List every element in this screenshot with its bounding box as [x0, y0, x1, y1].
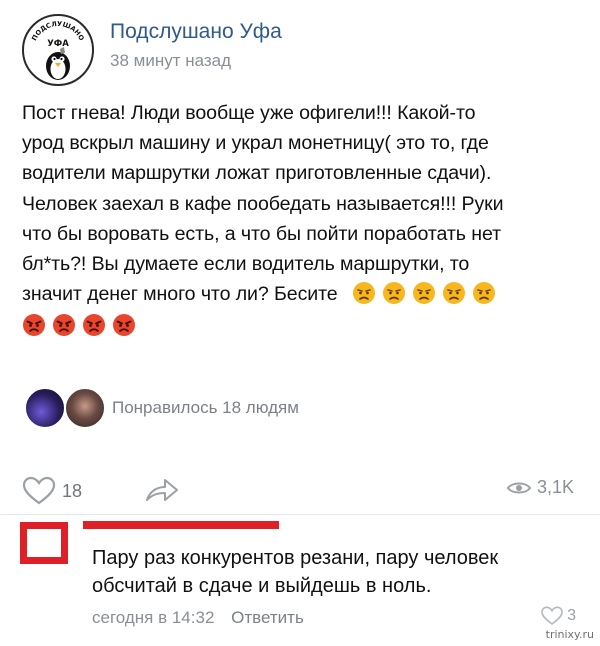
share-button[interactable]: [144, 476, 180, 504]
comment-meta: сегодня в 14:32 Ответить: [92, 608, 304, 628]
views-counter: 3,1K: [506, 477, 574, 498]
eye-icon: [506, 482, 531, 493]
svg-text:УФА: УФА: [47, 39, 69, 49]
post-text-line: значит денег много что ли? Бесите: [22, 279, 592, 309]
like-button[interactable]: 18: [22, 476, 82, 506]
angry-face-emoji: [22, 313, 46, 337]
post-text-line: урод вскрыл машину и украл монетницу( эт…: [22, 132, 489, 155]
post-text-line: бл*ть?! Вы думаете если водитель маршрут…: [22, 253, 470, 276]
like-count: 18: [62, 480, 83, 501]
annoyed-face-emoji: [472, 281, 496, 305]
annoyed-emoji-row: [352, 281, 502, 305]
comment-author-redacted: [83, 521, 279, 529]
angry-face-emoji: [112, 313, 136, 337]
liker-avatar[interactable]: [24, 387, 66, 429]
post-text-line: что бы воровать есть, а что бы пойти пор…: [22, 222, 501, 245]
annoyed-face-emoji: [412, 281, 436, 305]
post-text-line: водители маршрутки ложат приготовленные …: [22, 162, 492, 185]
post-text-line: Пост гнева! Люди вообще уже офигели!!! К…: [22, 102, 476, 124]
post-text: Пост гнева! Люди вообще уже офигели!!! К…: [22, 98, 592, 342]
angry-emoji-row: [22, 311, 592, 341]
comment-like-button[interactable]: 3: [540, 606, 576, 626]
comment-avatar-redacted[interactable]: [20, 522, 68, 564]
liked-by-text[interactable]: Понравилось 18 людям: [112, 398, 299, 418]
comment-text-line: обсчитай в сдаче и выйдешь в ноль.: [92, 575, 432, 597]
likers-avatars[interactable]: [24, 387, 114, 429]
comment-text: Пару раз конкурентов резани, пару челове…: [92, 544, 572, 600]
annoyed-face-emoji: [352, 281, 376, 305]
post-timestamp[interactable]: 38 минут назад: [110, 51, 231, 71]
angry-face-emoji: [82, 313, 106, 337]
reply-button[interactable]: Ответить: [231, 608, 304, 627]
heart-icon: [541, 606, 563, 625]
post-text-line: Человек заехал в кафе пообедать называет…: [22, 192, 504, 215]
comment-text-line: Пару раз конкурентов резани, пару челове…: [92, 547, 499, 569]
share-arrow-icon: [146, 479, 178, 501]
annoyed-face-emoji: [442, 281, 466, 305]
post-text-line-end: значит денег много что ли? Бесите: [22, 283, 338, 306]
penguin-logo: ПОДСЛУШАНО УФА: [30, 20, 86, 80]
heart-icon: [22, 476, 56, 505]
views-count: 3,1K: [536, 477, 574, 497]
divider: [0, 514, 600, 515]
angry-face-emoji: [52, 313, 76, 337]
liker-avatar[interactable]: [64, 387, 106, 429]
comment-timestamp: сегодня в 14:32: [92, 608, 215, 627]
annoyed-face-emoji: [382, 281, 406, 305]
comment-like-count: 3: [567, 607, 576, 624]
group-avatar[interactable]: ПОДСЛУШАНО УФА: [22, 14, 94, 86]
watermark: trinixy.ru: [545, 628, 594, 641]
group-name-link[interactable]: Подслушано Уфа: [110, 20, 282, 44]
